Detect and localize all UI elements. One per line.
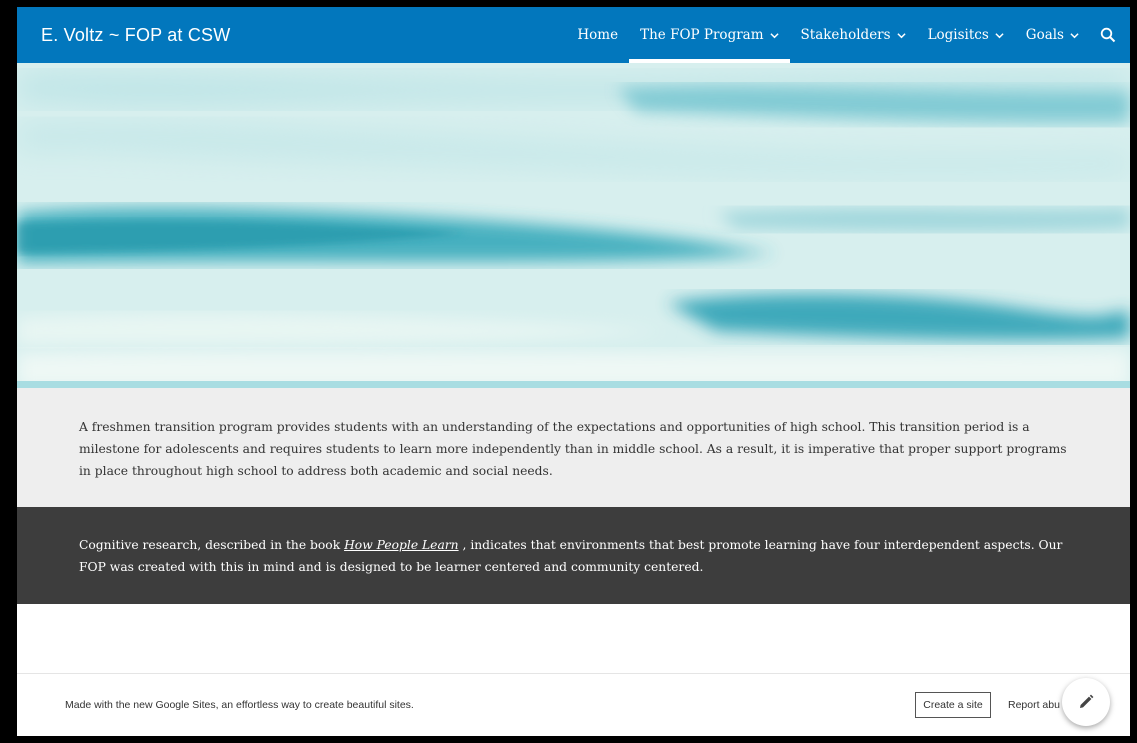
- edit-fab-button[interactable]: [1062, 678, 1110, 726]
- site-title[interactable]: E. Voltz ~ FOP at CSW: [41, 7, 230, 63]
- nav-home-label: Home: [577, 27, 619, 43]
- chevron-down-icon: [769, 32, 779, 38]
- report-abuse-link[interactable]: Report abu: [1008, 674, 1060, 736]
- chevron-down-icon: [1070, 32, 1079, 38]
- nav-stakeholders[interactable]: Stakeholders: [790, 7, 917, 63]
- search-button[interactable]: [1090, 7, 1130, 63]
- footer-made-with: Made with the new Google Sites, an effor…: [65, 699, 414, 711]
- nav-logistics[interactable]: Logisitcs: [917, 7, 1015, 63]
- research-section: Cognitive research, described in the boo…: [17, 507, 1130, 604]
- book-title-link[interactable]: How People Learn: [344, 538, 459, 552]
- nav-stakeholders-label: Stakeholders: [800, 27, 891, 43]
- main-nav: Home The FOP Program Stakeholders Logisi…: [566, 7, 1130, 63]
- hero-banner-image: [17, 63, 1130, 388]
- pencil-edit-icon: [1080, 694, 1094, 708]
- intro-section: A freshmen transition program provides s…: [17, 388, 1130, 507]
- chevron-down-icon: [995, 32, 1004, 38]
- chevron-down-icon: [896, 32, 906, 38]
- search-icon: [1100, 27, 1116, 43]
- nav-fop-program-label: The FOP Program: [640, 27, 764, 43]
- site-footer: Made with the new Google Sites, an effor…: [17, 673, 1130, 736]
- water-texture-image: [17, 63, 1130, 388]
- nav-logistics-label: Logisitcs: [927, 27, 989, 43]
- intro-paragraph: A freshmen transition program provides s…: [79, 420, 1067, 478]
- nav-goals-label: Goals: [1025, 27, 1064, 43]
- research-text-before: Cognitive research, described in the boo…: [79, 538, 345, 552]
- nav-fop-program[interactable]: The FOP Program: [629, 7, 790, 63]
- nav-goals[interactable]: Goals: [1015, 7, 1090, 63]
- page-frame: E. Voltz ~ FOP at CSW Home The FOP Progr…: [17, 7, 1130, 736]
- research-paragraph: Cognitive research, described in the boo…: [79, 534, 1079, 578]
- create-site-button[interactable]: Create a site: [915, 692, 991, 718]
- nav-home[interactable]: Home: [566, 7, 629, 63]
- site-header: E. Voltz ~ FOP at CSW Home The FOP Progr…: [17, 7, 1130, 63]
